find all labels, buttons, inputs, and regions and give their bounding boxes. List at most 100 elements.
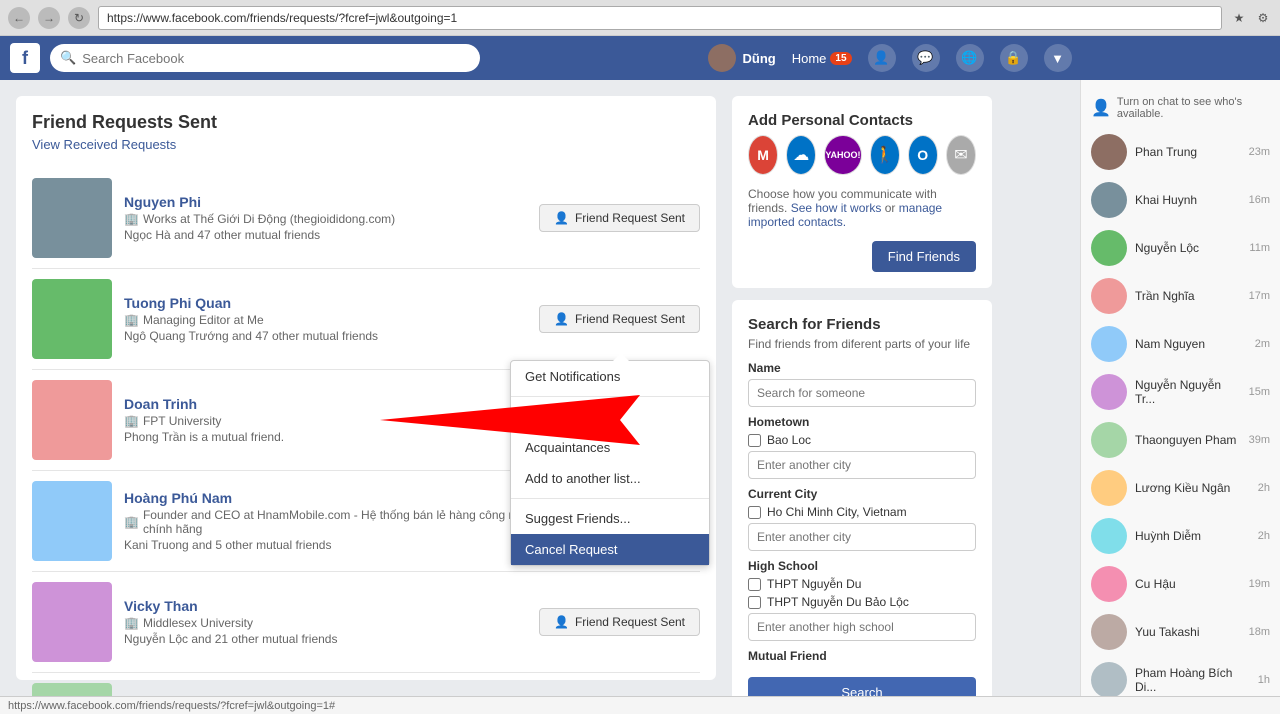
current-city-checkbox-1[interactable] — [748, 506, 761, 519]
menu-icon[interactable]: ⚙ — [1254, 9, 1272, 27]
search-bar[interactable]: 🔍 — [50, 44, 480, 72]
dropdown-cancel-request[interactable]: Cancel Request — [511, 534, 709, 565]
chat-name-11: Yuu Takashi — [1135, 625, 1241, 639]
panel-title: Friend Requests Sent — [32, 112, 700, 133]
back-button[interactable]: ← — [8, 7, 30, 29]
search-for-friends-box: Search for Friends Find friends from dif… — [732, 300, 992, 696]
email-icon[interactable]: ✉ — [946, 135, 976, 175]
yahoo-icon[interactable]: YAHOO! — [824, 135, 861, 175]
friend-sent-btn-5[interactable]: 👤 Friend Request Sent — [539, 608, 700, 636]
chat-name-5: Nam Nguyen — [1135, 337, 1247, 351]
chevron-down-icon[interactable]: ▼ — [1044, 44, 1072, 72]
chat-item-11[interactable]: Yuu Takashi 18m — [1081, 608, 1280, 656]
chat-avatar-5 — [1091, 326, 1127, 362]
chat-avatar-11 — [1091, 614, 1127, 650]
status-bar: https://www.facebook.com/friends/request… — [0, 696, 1280, 714]
facebook-logo[interactable]: f — [10, 43, 40, 73]
dropdown-divider-2 — [511, 498, 709, 499]
hs-checkbox-1[interactable] — [748, 578, 761, 591]
friend-sent-btn-1[interactable]: 👤 Friend Request Sent — [539, 204, 700, 232]
person-name-5[interactable]: Vicky Than — [124, 598, 539, 614]
extensions-icon[interactable]: ★ — [1230, 9, 1248, 27]
chat-item-10[interactable]: Cu Hậu 19m — [1081, 560, 1280, 608]
chat-avatar-12 — [1091, 662, 1127, 696]
search-button[interactable]: Search — [748, 677, 976, 696]
person-name-2[interactable]: Tuong Phi Quan — [124, 295, 539, 311]
dropdown-add-list[interactable]: Add to another list... — [511, 463, 709, 494]
person-action-5: 👤 Friend Request Sent — [539, 608, 700, 636]
name-search-input[interactable] — [748, 379, 976, 407]
mutual-friend-label: Mutual Friend — [748, 649, 976, 663]
chat-item-6[interactable]: Nguyễn Nguyễn Tr... 15m — [1081, 368, 1280, 416]
turn-on-chat-label: Turn on chat to see who's available. — [1117, 96, 1270, 120]
home-nav-item[interactable]: Home 15 — [792, 51, 852, 66]
current-city-input[interactable] — [748, 523, 976, 551]
chat-name-4: Trần Nghĩa — [1135, 289, 1241, 303]
chat-name-6: Nguyễn Nguyễn Tr... — [1135, 378, 1241, 406]
chat-avatar-8 — [1091, 470, 1127, 506]
chat-item-3[interactable]: Nguyễn Lộc 11m — [1081, 224, 1280, 272]
chat-item-1[interactable]: Phan Trung 23m — [1081, 128, 1280, 176]
url-bar[interactable]: https://www.facebook.com/friends/request… — [98, 6, 1222, 30]
chat-time-6: 15m — [1249, 386, 1270, 398]
messages-icon-btn[interactable]: 💬 — [912, 44, 940, 72]
hs-input[interactable] — [748, 613, 976, 641]
forward-button[interactable]: → — [38, 7, 60, 29]
user-avatar — [708, 44, 736, 72]
chat-time-8: 2h — [1258, 482, 1270, 494]
refresh-button[interactable]: ↻ — [68, 7, 90, 29]
outlook2-icon[interactable]: O — [908, 135, 938, 175]
home-label: Home — [792, 51, 827, 66]
dropdown-get-notifications[interactable]: Get Notifications — [511, 361, 709, 392]
turn-on-chat-banner: 👤 Turn on chat to see who's available. — [1081, 88, 1280, 128]
current-city-checkbox-label-1: Ho Chi Minh City, Vietnam — [767, 505, 907, 519]
chat-item-2[interactable]: Khai Huynh 16m — [1081, 176, 1280, 224]
person-name-4[interactable]: Hoàng Phú Nam — [124, 490, 539, 506]
view-received-link[interactable]: View Received Requests — [32, 137, 700, 152]
status-bar-text: https://www.facebook.com/friends/request… — [8, 700, 335, 712]
hometown-city-input[interactable] — [748, 451, 976, 479]
user-nav[interactable]: Dũng — [708, 44, 775, 72]
dropdown-suggest-friends[interactable]: Suggest Friends... — [511, 503, 709, 534]
chat-item-4[interactable]: Trần Nghĩa 17m — [1081, 272, 1280, 320]
chat-avatar-4 — [1091, 278, 1127, 314]
friend-sent-btn-2[interactable]: 👤 Friend Request Sent — [539, 305, 700, 333]
chat-avatar-6 — [1091, 374, 1127, 410]
person-detail-5: 🏢 Middlesex University — [124, 616, 539, 630]
add-contacts-title: Add Personal Contacts — [748, 112, 976, 129]
gmail-icon[interactable]: M — [748, 135, 778, 175]
chat-time-1: 23m — [1249, 146, 1270, 158]
high-school-label: High School — [748, 559, 976, 573]
person-name-1[interactable]: Nguyen Phi — [124, 194, 539, 210]
dropdown-close-friends[interactable]: Close Friends — [511, 401, 709, 432]
hometown-checkbox-row: Bao Loc — [748, 433, 976, 447]
chat-time-2: 16m — [1249, 194, 1270, 206]
chat-time-3: 11m — [1249, 242, 1270, 254]
search-icon: 🔍 — [60, 50, 76, 66]
person-icon-2: 👤 — [554, 312, 569, 326]
chat-item-12[interactable]: Pham Hoàng Bích Di... 1h — [1081, 656, 1280, 696]
contact-icons: M ☁ YAHOO! 🚶 O ✉ — [748, 135, 976, 175]
current-city-label: Current City — [748, 487, 976, 501]
friends-icon-btn[interactable]: 👤 — [868, 44, 896, 72]
chat-time-7: 39m — [1249, 434, 1270, 446]
lock-icon-btn[interactable]: 🔒 — [1000, 44, 1028, 72]
hs-checkbox-2[interactable] — [748, 596, 761, 609]
outlook-icon[interactable]: 🚶 — [870, 135, 900, 175]
see-link[interactable]: See how it works — [791, 201, 882, 215]
globe-icon-btn[interactable]: 🌐 — [956, 44, 984, 72]
person-info-5: Vicky Than 🏢 Middlesex University Nguyễn… — [124, 598, 539, 646]
find-friends-button[interactable]: Find Friends — [872, 241, 976, 272]
chat-item-7[interactable]: Thaonguyen Pham 39m — [1081, 416, 1280, 464]
current-city-checkbox-row: Ho Chi Minh City, Vietnam — [748, 505, 976, 519]
add-contacts-subtitle: Choose how you communicate with friends.… — [748, 187, 976, 229]
onedrive-icon[interactable]: ☁ — [786, 135, 816, 175]
url-text: https://www.facebook.com/friends/request… — [107, 11, 457, 25]
chat-item-5[interactable]: Nam Nguyen 2m — [1081, 320, 1280, 368]
chat-item-9[interactable]: Huỳnh Diễm 2h — [1081, 512, 1280, 560]
search-input[interactable] — [82, 51, 470, 66]
hometown-checkbox-1[interactable] — [748, 434, 761, 447]
person-detail-4: 🏢 Founder and CEO at HnamMobile.com - Hệ… — [124, 508, 539, 536]
dropdown-acquaintances[interactable]: Acquaintances — [511, 432, 709, 463]
chat-item-8[interactable]: Lương Kiều Ngân 2h — [1081, 464, 1280, 512]
